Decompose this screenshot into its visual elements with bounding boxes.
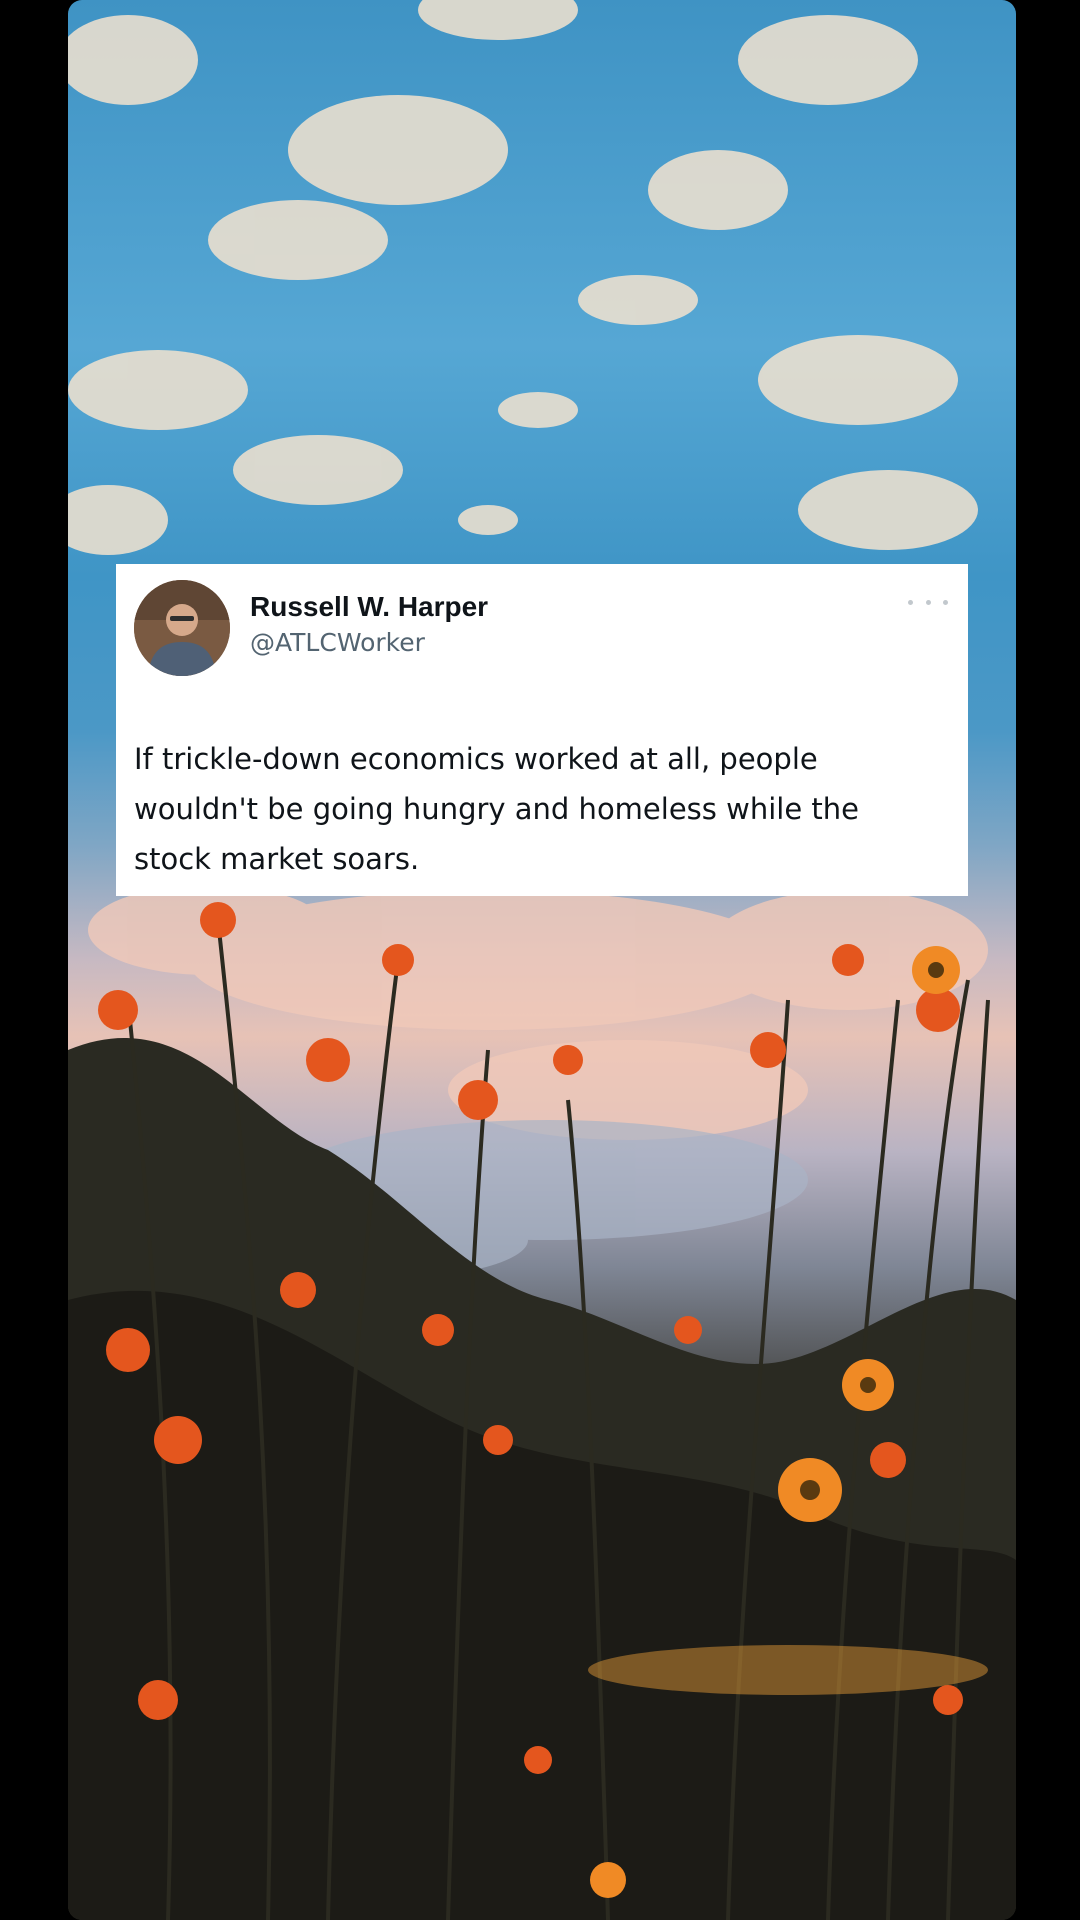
dot: [908, 599, 913, 605]
tweet-author: Russell W. Harper @ATLCWorker: [250, 590, 488, 660]
dot: [925, 599, 931, 605]
background-photo: [68, 0, 1016, 1920]
more-horizontal-icon[interactable]: [908, 592, 948, 612]
avatar[interactable]: [134, 580, 230, 676]
tweet-card[interactable]: Russell W. Harper @ATLCWorker If trickle…: [116, 564, 968, 896]
user-handle[interactable]: @ATLCWorker: [250, 626, 488, 660]
profile-photo-icon: [134, 580, 230, 676]
sky-flowers-illustration: [68, 0, 1016, 1920]
display-name[interactable]: Russell W. Harper: [250, 590, 488, 624]
tweet-text: If trickle-down economics worked at all,…: [134, 742, 859, 876]
dot: [943, 599, 948, 605]
post-frame: Russell W. Harper @ATLCWorker If trickle…: [0, 0, 1080, 1920]
